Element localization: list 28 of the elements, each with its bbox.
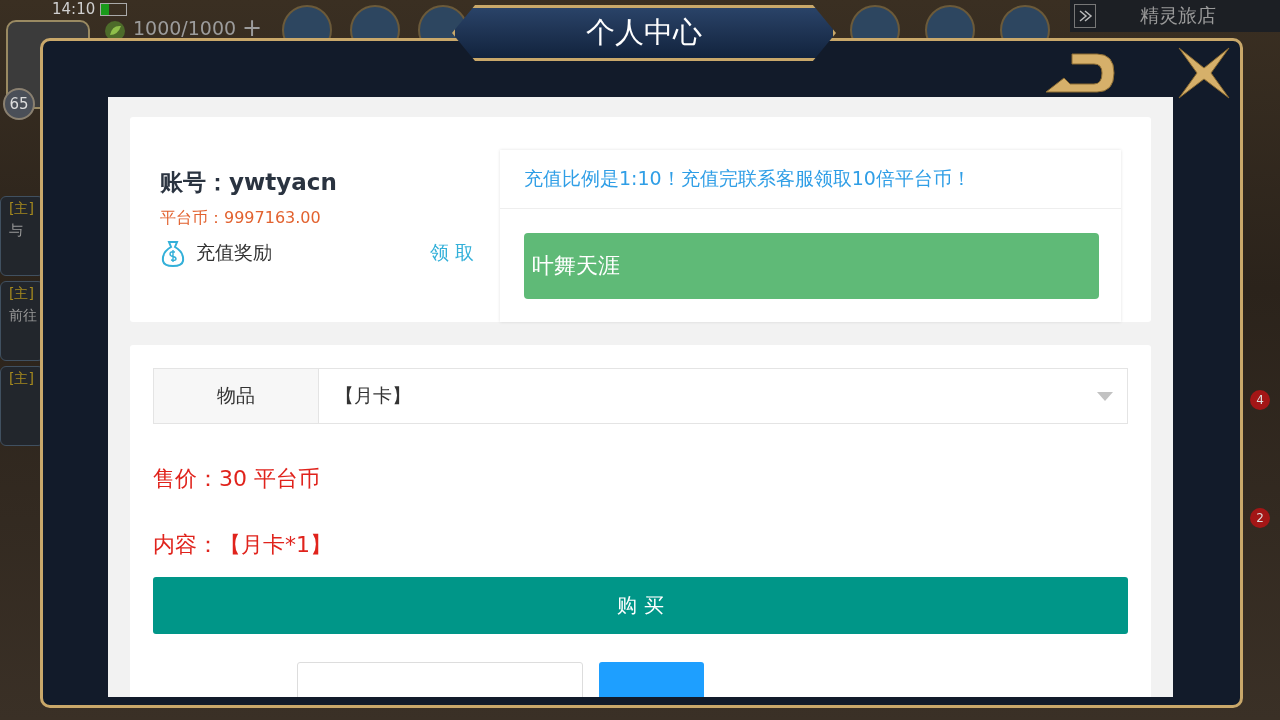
buy-button[interactable]: 购 买 <box>153 577 1128 634</box>
quest-tag: [主] <box>9 200 35 218</box>
count-badge: 4 <box>1250 390 1270 410</box>
energy-counter: 1000/1000 <box>133 17 237 39</box>
add-energy-button[interactable]: + <box>242 14 263 42</box>
battery-icon <box>100 3 127 16</box>
quest-text: 与 <box>9 222 24 240</box>
recharge-notice: 充值比例是1:10！充值完联系客服领取10倍平台币！ <box>500 150 1121 209</box>
quest-tag: [主] <box>9 370 35 388</box>
count-badge: 2 <box>1250 508 1270 528</box>
reward-label: 充值奖励 <box>196 240 272 265</box>
money-bag-icon <box>160 239 186 267</box>
expand-icon[interactable] <box>1074 4 1096 28</box>
dialog-title: 个人中心 <box>452 5 836 61</box>
quest-tag: [主] <box>9 285 35 303</box>
caret-icon <box>1097 391 1113 401</box>
clock: 14:10 <box>52 0 96 18</box>
level-badge: 65 <box>3 88 35 120</box>
server-name: 叶舞天涯 <box>524 233 1099 299</box>
quest-text: 前往 <box>9 307 35 325</box>
coin-balance: 平台币：9997163.00 <box>160 208 322 229</box>
account-name: 账号：ywtyacn <box>160 168 338 197</box>
content-text: 内容：【月卡*1】 <box>153 531 333 559</box>
claim-link[interactable]: 领 取 <box>429 240 474 266</box>
location-name: 精灵旅店 <box>1140 3 1216 28</box>
item-select[interactable]: 物品 【月卡】 <box>153 368 1128 424</box>
price-text: 售价：30 平台币 <box>153 465 321 493</box>
input-field[interactable] <box>297 662 583 697</box>
